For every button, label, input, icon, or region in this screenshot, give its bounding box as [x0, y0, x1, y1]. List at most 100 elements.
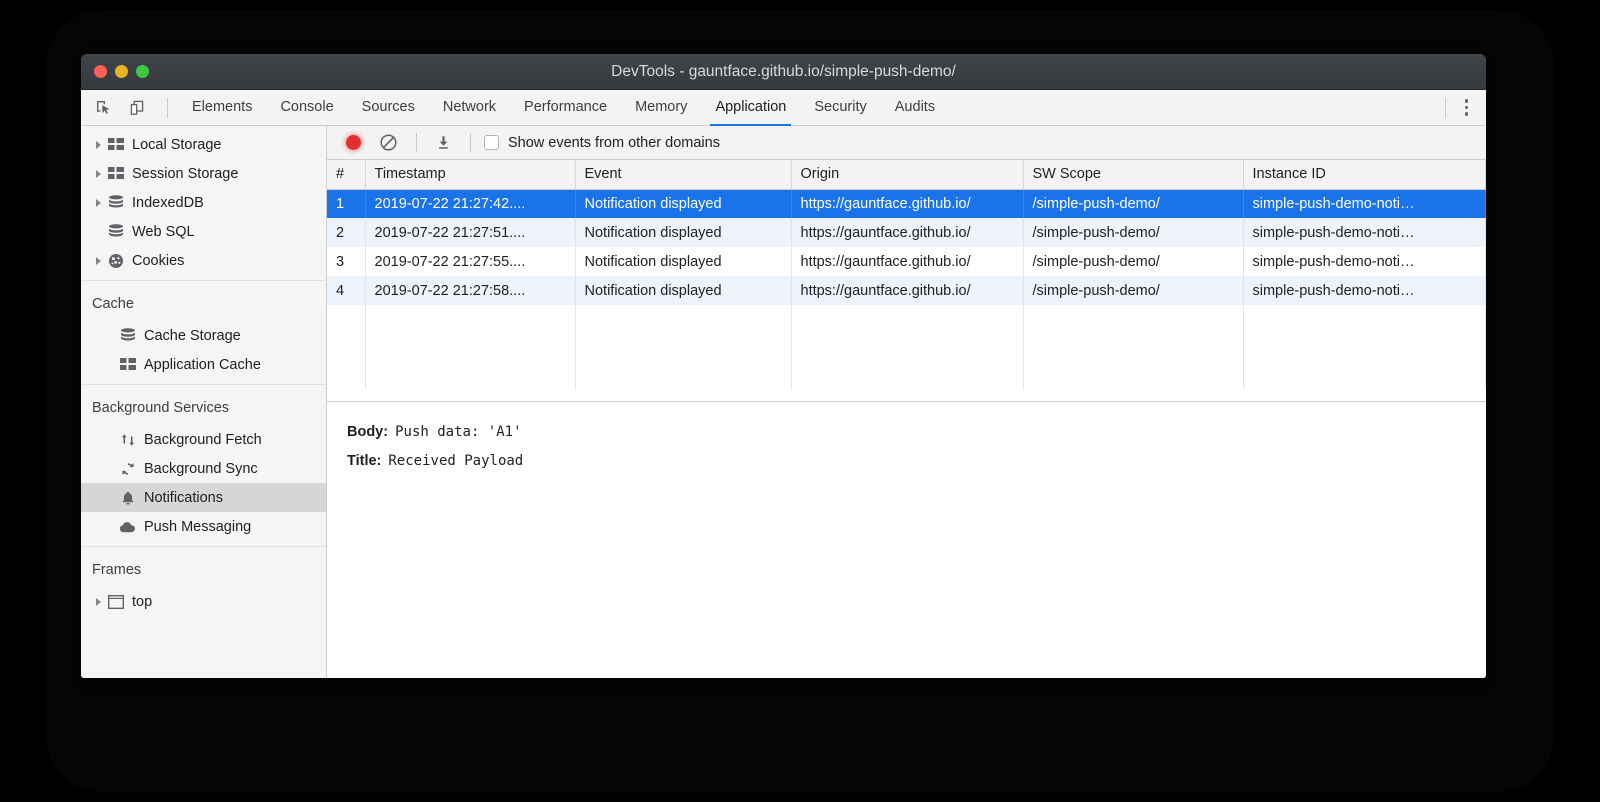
cell-event: Notification displayed: [575, 247, 791, 276]
column-header-sw-scope[interactable]: SW Scope: [1023, 160, 1243, 189]
clear-events-icon[interactable]: [379, 133, 398, 152]
sidebar-group-title: Cache: [81, 285, 326, 321]
cell-sw-scope: /simple-push-demo/: [1023, 189, 1243, 218]
chevron-right-icon[interactable]: [91, 199, 105, 207]
tab-audits[interactable]: Audits: [881, 90, 949, 126]
detail-key: Title:: [347, 453, 381, 469]
sidebar-item-label: Web SQL: [132, 224, 195, 240]
tab-label: Memory: [635, 99, 687, 115]
sidebar-item-top-frame[interactable]: top: [81, 587, 326, 616]
chevron-right-icon[interactable]: [91, 598, 105, 606]
sidebar-item-cache-storage[interactable]: Cache Storage: [81, 321, 326, 350]
chevron-right-icon[interactable]: [91, 257, 105, 265]
tab-label: Console: [280, 99, 333, 115]
frame-icon: [105, 595, 126, 609]
tab-performance[interactable]: Performance: [510, 90, 621, 126]
sidebar-item-label: Session Storage: [132, 166, 238, 182]
sidebar-item-label: Background Sync: [144, 461, 258, 477]
sidebar-item-label: Cache Storage: [144, 328, 241, 344]
device-toolbar-icon[interactable]: [123, 94, 153, 122]
column-header-index[interactable]: #: [327, 160, 365, 189]
sidebar-item-background-fetch[interactable]: Background Fetch: [81, 425, 326, 454]
tab-security[interactable]: Security: [800, 90, 880, 126]
show-other-domains-checkbox[interactable]: [484, 135, 499, 150]
sidebar-item-application-cache[interactable]: Application Cache: [81, 350, 326, 379]
sidebar-item-cookies[interactable]: Cookies: [81, 246, 326, 275]
tab-elements[interactable]: Elements: [178, 90, 266, 126]
column-header-instance-id[interactable]: Instance ID: [1243, 160, 1486, 189]
tab-label: Application: [715, 99, 786, 115]
sidebar-item-notifications[interactable]: Notifications: [81, 483, 326, 512]
database-icon: [105, 195, 126, 210]
column-header-origin[interactable]: Origin: [791, 160, 1023, 189]
cell-instance-id: simple-push-demo-noti…: [1243, 218, 1486, 247]
record-button-icon[interactable]: [346, 135, 361, 150]
sidebar-item-local-storage[interactable]: Local Storage: [81, 130, 326, 159]
sidebar-item-indexeddb[interactable]: IndexedDB: [81, 188, 326, 217]
panel-tabs: Elements Console Sources Network Perform…: [178, 90, 949, 126]
sidebar-item-label: Local Storage: [132, 137, 221, 153]
export-events-icon[interactable]: [435, 134, 452, 151]
inspect-element-icon[interactable]: [89, 94, 119, 122]
database-icon: [105, 224, 126, 239]
more-options-icon[interactable]: [1456, 99, 1478, 116]
sidebar-item-session-storage[interactable]: Session Storage: [81, 159, 326, 188]
tabbar-right-tools: [1435, 98, 1487, 118]
table-row[interactable]: 2 2019-07-22 21:27:51.... Notification d…: [327, 218, 1486, 247]
tab-label: Audits: [895, 99, 935, 115]
table-icon: [117, 358, 138, 371]
sidebar-item-push-messaging[interactable]: Push Messaging: [81, 512, 326, 541]
tabbar-divider-right: [1445, 98, 1446, 118]
sidebar-item-label: Application Cache: [144, 357, 261, 373]
cell-index: 4: [327, 276, 365, 305]
window-traffic-lights: [94, 65, 149, 78]
chevron-right-icon[interactable]: [91, 170, 105, 178]
application-sidebar: Local Storage Session Storage: [81, 126, 327, 678]
cell-instance-id: simple-push-demo-noti…: [1243, 276, 1486, 305]
sidebar-group-storage: Local Storage Session Storage: [81, 126, 326, 280]
sync-icon: [117, 461, 138, 477]
table-icon: [105, 138, 126, 151]
detail-key: Body:: [347, 424, 388, 440]
chevron-right-icon[interactable]: [91, 141, 105, 149]
detail-field-body: Body: Push data: 'A1': [347, 424, 1486, 440]
tab-console[interactable]: Console: [266, 90, 347, 126]
cell-event: Notification displayed: [575, 218, 791, 247]
sidebar-item-background-sync[interactable]: Background Sync: [81, 454, 326, 483]
table-row[interactable]: 3 2019-07-22 21:27:55.... Notification d…: [327, 247, 1486, 276]
tab-memory[interactable]: Memory: [621, 90, 701, 126]
cell-origin: https://gauntface.github.io/: [791, 276, 1023, 305]
tabbar-divider: [167, 98, 168, 118]
sidebar-item-label: IndexedDB: [132, 195, 204, 211]
tab-label: Elements: [192, 99, 252, 115]
maximize-window-button[interactable]: [136, 65, 149, 78]
minimize-window-button[interactable]: [115, 65, 128, 78]
tab-network[interactable]: Network: [429, 90, 510, 126]
table-row[interactable]: 1 2019-07-22 21:27:42.... Notification d…: [327, 189, 1486, 218]
events-table: # Timestamp Event Origin SW Scope Instan…: [327, 160, 1486, 389]
table-row[interactable]: 4 2019-07-22 21:27:58.... Notification d…: [327, 276, 1486, 305]
cell-event: Notification displayed: [575, 276, 791, 305]
cell-sw-scope: /simple-push-demo/: [1023, 276, 1243, 305]
tab-sources[interactable]: Sources: [348, 90, 429, 126]
column-header-timestamp[interactable]: Timestamp: [365, 160, 575, 189]
screenshot-root: DevTools - gauntface.github.io/simple-pu…: [0, 0, 1600, 802]
table-empty-space: [327, 305, 1486, 389]
notifications-panel: Show events from other domains # Timesta…: [327, 126, 1486, 678]
sidebar-group-title: Frames: [81, 551, 326, 587]
cell-sw-scope: /simple-push-demo/: [1023, 247, 1243, 276]
cell-timestamp: 2019-07-22 21:27:55....: [365, 247, 575, 276]
tab-label: Performance: [524, 99, 607, 115]
sidebar-item-label: Background Fetch: [144, 432, 262, 448]
column-header-event[interactable]: Event: [575, 160, 791, 189]
sidebar-item-web-sql[interactable]: Web SQL: [81, 217, 326, 246]
sidebar-item-label: Cookies: [132, 253, 184, 269]
tab-application[interactable]: Application: [701, 90, 800, 126]
sidebar-group-frames: Frames top: [81, 546, 326, 621]
devtools-body: Local Storage Session Storage: [81, 126, 1486, 678]
database-icon: [117, 328, 138, 343]
detail-value: Received Payload: [388, 453, 523, 469]
close-window-button[interactable]: [94, 65, 107, 78]
sidebar-group-title: Background Services: [81, 389, 326, 425]
sidebar-item-label: Notifications: [144, 490, 223, 506]
